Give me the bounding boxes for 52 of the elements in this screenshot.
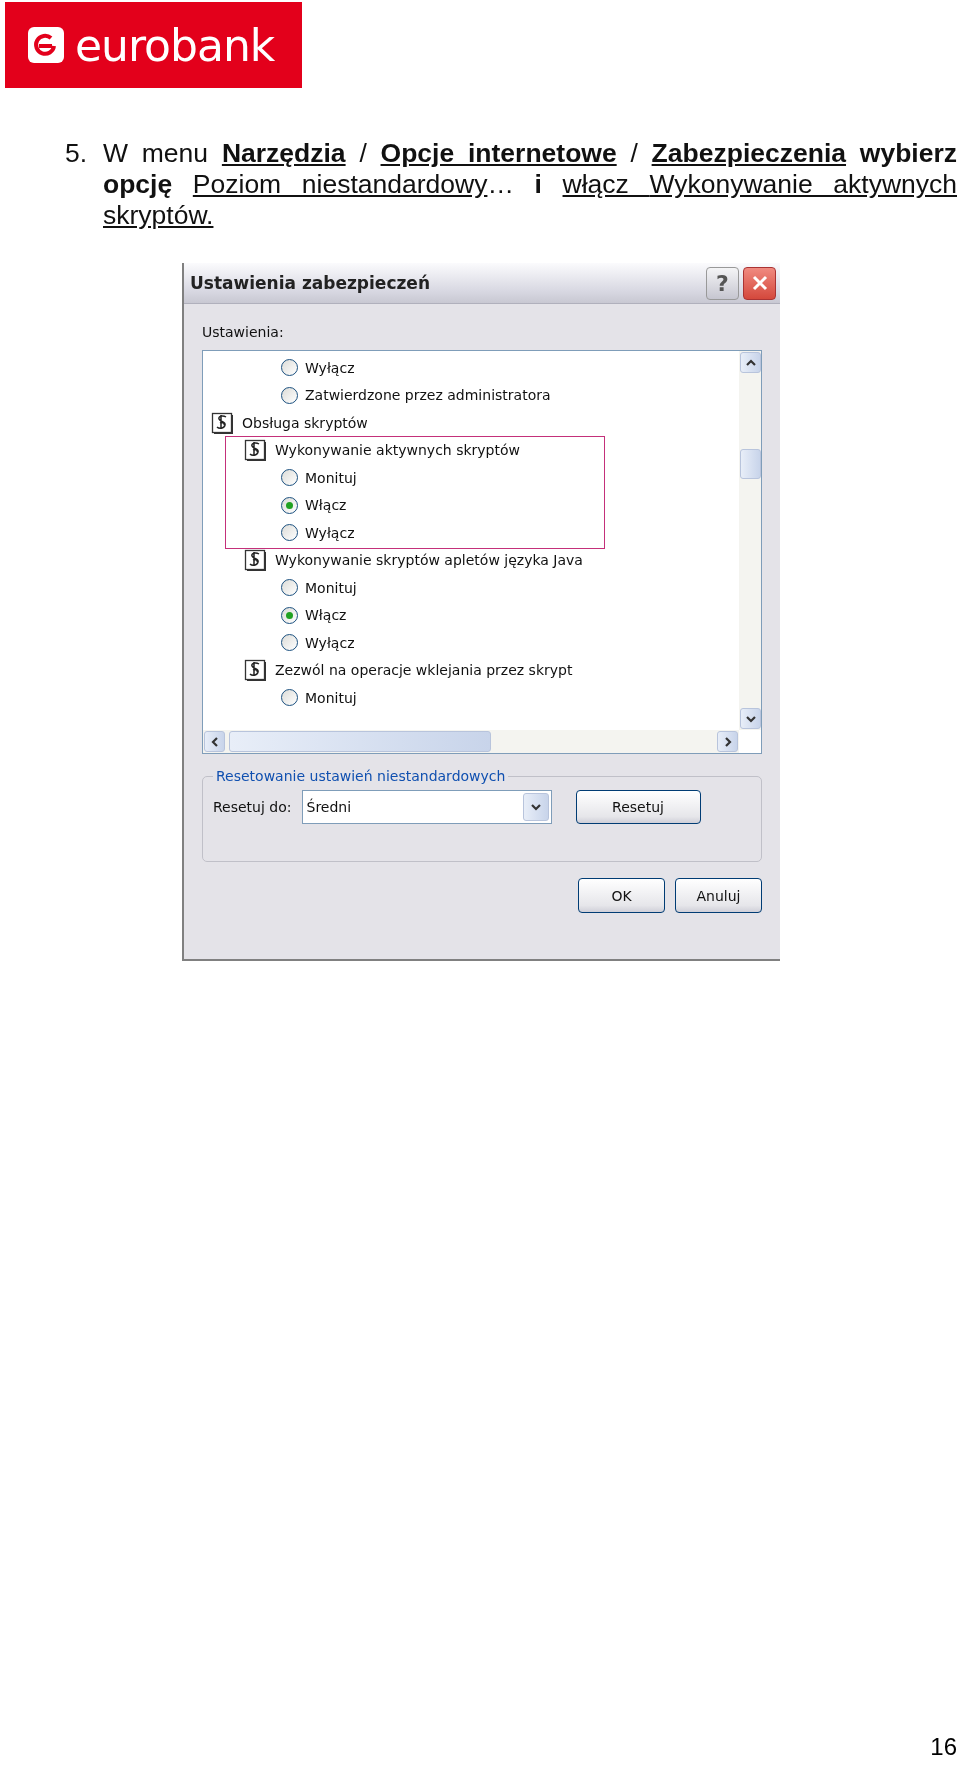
radio-button[interactable]: [281, 386, 298, 404]
script-icon: [211, 410, 235, 435]
window-title: Ustawienia zabezpieczeń: [190, 273, 431, 293]
radio-button[interactable]: [281, 579, 298, 597]
reset-button[interactable]: Resetuj: [575, 790, 701, 824]
step-number: 5.: [65, 138, 89, 170]
option-label: Zatwierdzone przez administratora: [305, 387, 551, 404]
option-label: Włącz: [305, 497, 347, 514]
setting-label: Wykonywanie aktywnych skryptów: [275, 442, 520, 459]
dialog-button[interactable]: Anuluj: [675, 878, 762, 913]
radio-button[interactable]: [281, 524, 298, 542]
script-icon: [244, 658, 268, 683]
option-label: Monituj: [305, 469, 357, 486]
scroll-right-button[interactable]: [717, 731, 738, 752]
logo-text: eurobank: [75, 19, 275, 71]
close-icon: [750, 274, 769, 292]
script-icon: [244, 438, 268, 463]
setting-label: Wykonywanie skryptów apletów języka Java: [275, 552, 583, 569]
reset-label: Resetuj do:: [213, 799, 292, 815]
scroll-up-button[interactable]: [740, 352, 761, 373]
dialog-button[interactable]: OK: [578, 878, 665, 913]
scroll-left-button[interactable]: [204, 731, 225, 752]
option-label: Wyłącz: [305, 359, 355, 376]
logo-icon: [27, 26, 65, 64]
radio-button[interactable]: [281, 496, 298, 514]
option-label: Wyłącz: [305, 634, 355, 651]
radio-button[interactable]: [281, 359, 298, 377]
chevron-down-icon: [529, 801, 542, 813]
radio-button[interactable]: [281, 469, 298, 487]
radio-button[interactable]: [281, 689, 298, 707]
page-number: 16: [930, 1733, 957, 1761]
settings-label: Ustawienia:: [202, 324, 285, 340]
setting-label: Zezwól na operacje wklejania przez skrypt: [275, 662, 573, 679]
help-button[interactable]: ?: [706, 266, 739, 300]
dropdown-button[interactable]: [522, 793, 549, 821]
scroll-thumb[interactable]: [229, 731, 491, 752]
close-button[interactable]: [743, 266, 776, 300]
group-legend: Resetowanie ustawień niestandardowych: [213, 768, 509, 784]
group-label: Obsługa skryptów: [242, 414, 368, 431]
option-label: Wyłącz: [305, 524, 355, 541]
horizontal-scrollbar[interactable]: [203, 730, 739, 753]
instruction-text: W menu Narzędzia / Opcje internetowe / Zabezpieczenia wybierz opcję Poziom niestandardowy… i włącz Wykonywanie aktywnych skryptów.: [103, 138, 957, 231]
option-label: Monituj: [305, 579, 357, 596]
radio-button[interactable]: [281, 606, 298, 624]
option-label: Włącz: [305, 607, 347, 624]
option-label: Monituj: [305, 689, 357, 706]
scroll-thumb[interactable]: [740, 449, 761, 479]
script-icon: [244, 548, 268, 573]
vertical-scrollbar[interactable]: [739, 351, 761, 730]
scroll-down-button[interactable]: [740, 708, 761, 729]
level-dropdown[interactable]: Średni: [301, 790, 552, 824]
radio-button[interactable]: [281, 634, 298, 652]
